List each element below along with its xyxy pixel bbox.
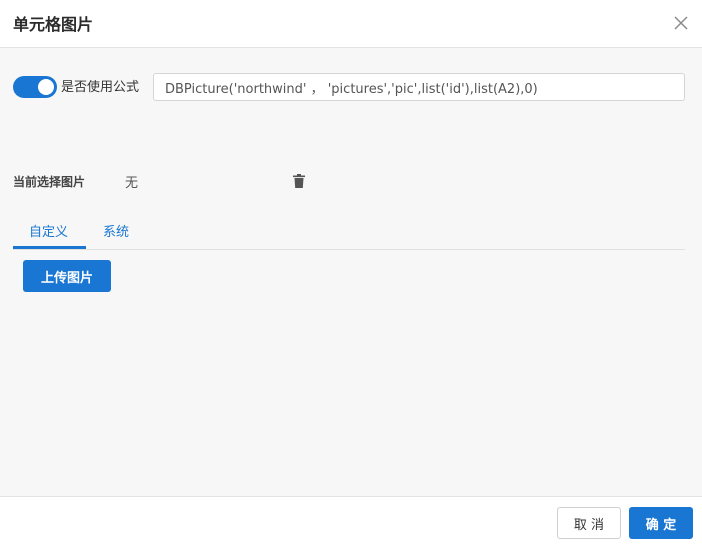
dialog-header: 单元格图片 — [0, 0, 702, 48]
active-tab-indicator — [13, 246, 86, 249]
formula-input[interactable] — [153, 73, 685, 101]
close-icon[interactable] — [670, 12, 692, 34]
dialog-body: 是否使用公式 当前选择图片 无 自定义 系统 上传图片 — [0, 48, 702, 496]
tab-custom[interactable]: 自定义 — [29, 221, 68, 240]
cell-picture-dialog: 单元格图片 是否使用公式 当前选择图片 无 自定义 系统 上传图片 DBPict… — [0, 0, 702, 546]
dialog-footer: 取 消 确 定 — [0, 496, 702, 546]
trash-icon[interactable] — [293, 173, 305, 188]
picture-source-tabs: 自定义 系统 — [13, 214, 685, 250]
dialog-title: 单元格图片 — [13, 15, 94, 34]
current-picture-label: 当前选择图片 — [13, 175, 86, 189]
tab-system[interactable]: 系统 — [103, 221, 129, 240]
use-formula-label: 是否使用公式 — [61, 80, 140, 95]
toggle-knob — [38, 79, 54, 95]
upload-picture-button[interactable]: 上传图片 — [23, 260, 111, 292]
ok-button[interactable]: 确 定 — [629, 507, 693, 539]
use-formula-toggle[interactable] — [13, 76, 57, 98]
cancel-button[interactable]: 取 消 — [557, 507, 621, 539]
current-picture-value: 无 — [125, 176, 139, 191]
